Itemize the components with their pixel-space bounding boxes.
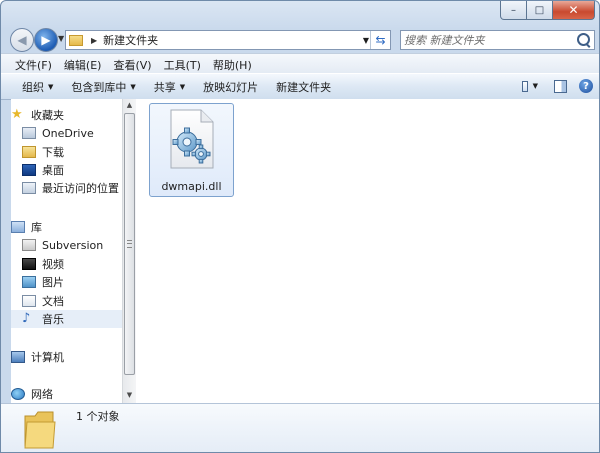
- new-folder-label: 新建文件夹: [276, 80, 332, 94]
- subversion-icon: [22, 239, 36, 251]
- sidebar-item-label: 下载: [42, 146, 64, 159]
- sidebar-item-label: 图片: [42, 276, 64, 289]
- sidebar-item-label: 计算机: [31, 351, 64, 364]
- sidebar-item-pictures[interactable]: 图片: [11, 273, 133, 291]
- music-icon: ♪: [22, 311, 31, 326]
- libraries-icon: [11, 221, 25, 233]
- maximize-button[interactable]: □: [527, 1, 553, 20]
- share-label: 共享: [153, 80, 176, 94]
- sidebar-item-music[interactable]: ♪ 音乐: [11, 310, 122, 328]
- file-list-area[interactable]: dwmapi.dll: [137, 99, 599, 403]
- navigation-bar: ◀ ▶ ▼ ▶ 新建文件夹 ▼ ⇆: [1, 25, 599, 53]
- recent-places-icon: [22, 182, 36, 194]
- item-count: 1 个对象: [76, 410, 120, 423]
- close-button[interactable]: ✕: [553, 1, 595, 20]
- file-name: dwmapi.dll: [161, 180, 222, 193]
- sidebar-item-label: OneDrive: [42, 126, 94, 140]
- chevron-down-icon: ▼: [48, 82, 54, 91]
- folder-icon: [24, 411, 56, 449]
- dll-gear-file-icon: [170, 109, 214, 169]
- menu-bar: 文件(F) 编辑(E) 查看(V) 工具(T) 帮助(H): [1, 53, 599, 73]
- preview-pane-icon: [553, 79, 567, 93]
- onedrive-icon: [22, 127, 36, 139]
- sidebar-item-label: 音乐: [42, 313, 64, 326]
- slideshow-button[interactable]: 放映幻灯片: [194, 79, 267, 95]
- share-button[interactable]: 共享 ▼: [145, 79, 194, 95]
- refresh-button[interactable]: ⇆: [370, 31, 390, 49]
- navigation-pane-scrollbar[interactable]: ▲ ▼: [122, 99, 136, 403]
- sidebar-item-desktop[interactable]: 桌面: [11, 161, 133, 179]
- sidebar-item-downloads[interactable]: 下载: [11, 143, 133, 161]
- search-icon[interactable]: [577, 33, 590, 46]
- sidebar-item-computer[interactable]: 计算机: [11, 348, 122, 366]
- organize-button[interactable]: 组织 ▼: [1, 79, 62, 95]
- menu-edit[interactable]: 编辑(E): [58, 54, 108, 73]
- breadcrumb-chevron-icon[interactable]: ▶: [91, 36, 97, 45]
- scroll-up-arrow-icon[interactable]: ▲: [125, 101, 134, 111]
- slideshow-label: 放映幻灯片: [203, 80, 259, 94]
- sidebar-item-label: 文档: [42, 295, 64, 308]
- help-button[interactable]: ?: [578, 78, 594, 94]
- menu-help[interactable]: 帮助(H): [207, 54, 258, 73]
- grip-icon: [127, 240, 132, 248]
- address-bar[interactable]: ▶ 新建文件夹 ▼ ⇆: [65, 30, 391, 50]
- navigation-pane: ★ 收藏夹 OneDrive 下载 桌面 最近访问的位置 库 Subversio…: [11, 99, 137, 403]
- network-icon: [11, 388, 25, 400]
- back-button[interactable]: ◀: [10, 28, 34, 52]
- folder-icon: [69, 34, 83, 46]
- menu-file[interactable]: 文件(F): [1, 54, 58, 73]
- downloads-folder-icon: [22, 146, 36, 158]
- sidebar-item-label: Subversion: [42, 238, 104, 252]
- details-pane: 1 个对象: [1, 403, 599, 452]
- address-history-dropdown[interactable]: ▼: [363, 36, 369, 45]
- include-in-library-label: 包含到库中: [71, 80, 127, 94]
- scrollbar-thumb[interactable]: [124, 113, 135, 375]
- command-bar: 组织 ▼ 包含到库中 ▼ 共享 ▼ 放映幻灯片 新建文件夹 ▼ ?: [1, 73, 599, 100]
- sidebar-item-label: 网络: [31, 388, 53, 401]
- desktop-icon: [22, 164, 36, 176]
- sidebar-item-documents[interactable]: 文档: [11, 292, 133, 310]
- change-view-button[interactable]: ▼: [522, 78, 538, 94]
- search-input[interactable]: [404, 32, 564, 48]
- documents-icon: [22, 295, 36, 307]
- sidebar-item-videos[interactable]: 视频: [11, 255, 133, 273]
- sidebar-item-favorites[interactable]: ★ 收藏夹: [11, 106, 122, 124]
- preview-pane-button[interactable]: [552, 78, 568, 94]
- breadcrumb-current-folder[interactable]: 新建文件夹: [103, 32, 158, 48]
- recent-pages-dropdown[interactable]: ▼: [58, 34, 64, 43]
- videos-icon: [22, 258, 36, 270]
- explorer-window: – □ ✕ ◀ ▶ ▼ ▶ 新建文件夹 ▼ ⇆ 文件(F) 编辑(E) 查看(V…: [0, 0, 600, 453]
- include-in-library-button[interactable]: 包含到库中 ▼: [62, 79, 144, 95]
- caption-buttons: – □ ✕: [500, 1, 595, 20]
- search-box[interactable]: [400, 30, 595, 50]
- sidebar-item-recent-places[interactable]: 最近访问的位置: [11, 179, 133, 197]
- sidebar-item-label: 视频: [42, 258, 64, 271]
- sidebar-item-label: 桌面: [42, 164, 64, 177]
- menu-tools[interactable]: 工具(T): [158, 54, 207, 73]
- new-folder-button[interactable]: 新建文件夹: [267, 79, 340, 95]
- favorites-star-icon: ★: [11, 107, 23, 122]
- chevron-down-icon: ▼: [179, 82, 186, 91]
- sidebar-item-label: 收藏夹: [31, 109, 64, 122]
- toolbar-right-group: ▼ ?: [512, 78, 594, 94]
- computer-icon: [11, 351, 25, 363]
- sidebar-item-network[interactable]: 网络: [11, 385, 122, 403]
- sidebar-item-label: 库: [31, 221, 42, 234]
- views-icon: [522, 80, 528, 92]
- help-icon: ?: [579, 79, 593, 93]
- chevron-down-icon: ▼: [532, 82, 538, 90]
- forward-button[interactable]: ▶: [34, 28, 58, 52]
- minimize-button[interactable]: –: [500, 1, 527, 20]
- chevron-down-icon: ▼: [130, 82, 136, 91]
- file-item[interactable]: dwmapi.dll: [149, 103, 234, 197]
- sidebar-item-subversion[interactable]: Subversion: [11, 236, 133, 254]
- organize-label: 组织: [22, 80, 44, 94]
- pictures-icon: [22, 276, 36, 288]
- sidebar-item-onedrive[interactable]: OneDrive: [11, 124, 133, 142]
- sidebar-item-label: 最近访问的位置: [42, 182, 119, 195]
- menu-view[interactable]: 查看(V): [107, 54, 157, 73]
- sidebar-item-libraries[interactable]: 库: [11, 218, 122, 236]
- scroll-down-arrow-icon[interactable]: ▼: [125, 391, 134, 401]
